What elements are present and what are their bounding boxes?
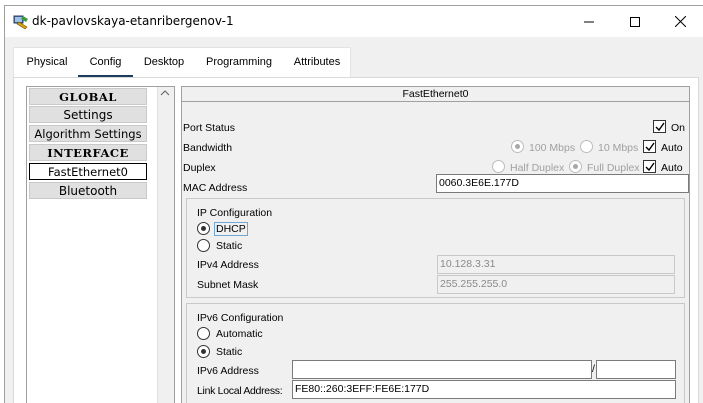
sidebar-header-interface: INTERFACE bbox=[29, 144, 147, 161]
subnet-mask-label: Subnet Mask bbox=[197, 279, 259, 291]
close-button[interactable] bbox=[657, 6, 703, 37]
port-status-on-label: On bbox=[671, 122, 686, 134]
duplex-label: Duplex bbox=[183, 162, 216, 174]
sidebar-header-global: GLOBAL bbox=[29, 88, 147, 105]
ipv6-configuration-group: IPv6 Configuration Automatic Static IPv6… bbox=[186, 303, 685, 403]
sidebar-item-fastethernet0[interactable]: FastEthernet0 bbox=[29, 163, 147, 180]
tab-physical[interactable]: Physical bbox=[18, 48, 76, 78]
prefix-separator: / bbox=[592, 363, 595, 375]
ipv6-static-radio[interactable] bbox=[197, 345, 210, 358]
ip-configuration-group: IP Configuration DHCP Static IPv4 Addres… bbox=[186, 198, 685, 298]
bandwidth-auto-label: Auto bbox=[661, 142, 683, 154]
tab-programming[interactable]: Programming bbox=[200, 48, 278, 78]
link-local-address-field[interactable]: FE80::260:3EFF:FE6E:177D bbox=[292, 380, 676, 399]
full-duplex-radio[interactable] bbox=[569, 160, 582, 173]
mac-address-field[interactable]: 0060.3E6E.177D bbox=[436, 174, 689, 193]
config-sidebar: GLOBAL Settings Algorithm Settings INTER… bbox=[26, 86, 175, 403]
config-content: GLOBAL Settings Algorithm Settings INTER… bbox=[13, 77, 699, 403]
tab-attributes[interactable]: Attributes bbox=[286, 48, 348, 78]
port-status-label: Port Status bbox=[183, 122, 235, 134]
ipv6-automatic-label: Automatic bbox=[216, 328, 263, 340]
bandwidth-100-radio[interactable] bbox=[511, 140, 524, 153]
window-body: Physical Config Desktop Programming Attr… bbox=[5, 37, 703, 403]
close-icon bbox=[674, 16, 686, 27]
ipv6-static-label: Static bbox=[216, 346, 243, 358]
full-duplex-label: Full Duplex bbox=[587, 162, 640, 174]
duplex-auto-label: Auto bbox=[661, 162, 683, 174]
sidebar-item-settings[interactable]: Settings bbox=[29, 106, 147, 123]
ipv6-address-label: IPv6 Address bbox=[197, 365, 259, 377]
bandwidth-100-label: 100 Mbps bbox=[529, 142, 576, 154]
half-duplex-radio[interactable] bbox=[492, 160, 505, 173]
link-local-address-label: Link Local Address: bbox=[197, 385, 283, 397]
ipv4-address-label: IPv4 Address bbox=[197, 259, 259, 271]
sidebar-item-bluetooth[interactable]: Bluetooth bbox=[29, 182, 147, 199]
packet-tracer-pc-icon bbox=[13, 14, 29, 30]
sidebar-item-algorithm-settings[interactable]: Algorithm Settings bbox=[29, 125, 147, 142]
bandwidth-10-radio[interactable] bbox=[580, 140, 593, 153]
dhcp-radio[interactable] bbox=[197, 222, 210, 235]
checkmark-icon bbox=[645, 142, 655, 152]
sidebar-scrollbar[interactable] bbox=[157, 87, 174, 403]
checkmark-icon bbox=[655, 122, 665, 132]
subnet-mask-field[interactable]: 255.255.255.0 bbox=[437, 275, 675, 294]
maximize-button[interactable] bbox=[612, 6, 658, 37]
half-duplex-label: Half Duplex bbox=[510, 162, 565, 174]
dhcp-label[interactable]: DHCP bbox=[214, 222, 248, 236]
ipv6-address-field[interactable] bbox=[292, 360, 592, 379]
ipv4-address-field[interactable]: 10.128.3.31 bbox=[437, 255, 675, 274]
bandwidth-10-label: 10 Mbps bbox=[598, 142, 639, 154]
title-bar: dk-pavlovskaya-etanribergenov-1 bbox=[5, 6, 703, 37]
panel-title: FastEthernet0 bbox=[182, 87, 689, 102]
bandwidth-auto-checkbox[interactable] bbox=[643, 140, 656, 153]
tab-desktop[interactable]: Desktop bbox=[137, 48, 191, 78]
tab-bar: Physical Config Desktop Programming Attr… bbox=[13, 47, 351, 78]
scroll-up-icon[interactable] bbox=[160, 90, 170, 96]
duplex-auto-checkbox[interactable] bbox=[643, 160, 656, 173]
app-window: dk-pavlovskaya-etanribergenov-1 Physical… bbox=[4, 5, 703, 403]
ip-configuration-title: IP Configuration bbox=[197, 207, 273, 219]
tab-config[interactable]: Config bbox=[78, 48, 133, 78]
interface-panel: FastEthernet0 Port Status On Bandwidth 1… bbox=[181, 86, 690, 403]
bandwidth-label: Bandwidth bbox=[183, 142, 233, 154]
window-title: dk-pavlovskaya-etanribergenov-1 bbox=[32, 14, 234, 28]
minimize-button[interactable] bbox=[566, 6, 612, 37]
ipv6-configuration-title: IPv6 Configuration bbox=[197, 312, 284, 324]
mac-address-label: MAC Address bbox=[183, 182, 248, 194]
ip-static-label: Static bbox=[216, 240, 243, 252]
checkmark-icon bbox=[645, 162, 655, 172]
ip-static-radio[interactable] bbox=[197, 239, 210, 252]
maximize-icon bbox=[630, 16, 640, 27]
ipv6-prefix-field[interactable] bbox=[596, 360, 676, 379]
port-status-checkbox[interactable] bbox=[653, 120, 666, 133]
ipv6-automatic-radio[interactable] bbox=[197, 327, 210, 340]
minimize-icon bbox=[584, 21, 594, 22]
